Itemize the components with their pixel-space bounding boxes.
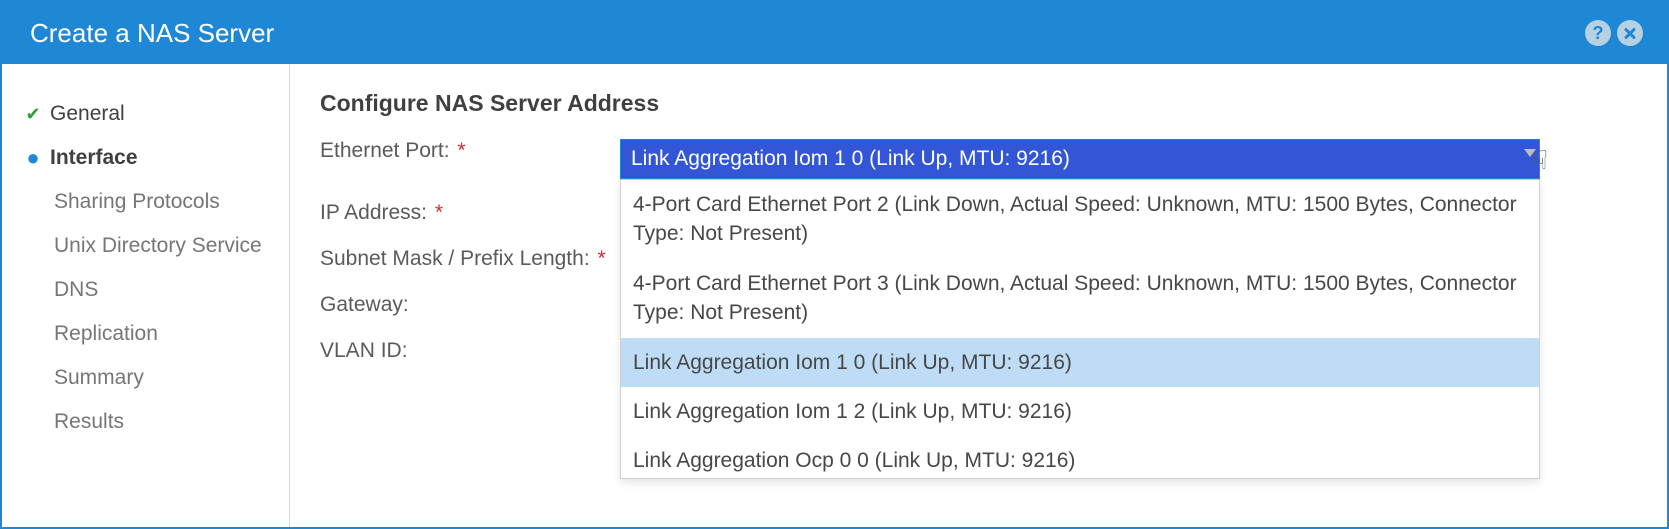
ethernet-port-combo[interactable]: Link Aggregation Iom 1 0 (Link Up, MTU: … (620, 139, 1540, 179)
sidebar-item-label: Sharing Protocols (54, 190, 220, 214)
chevron-down-icon[interactable] (1524, 149, 1536, 157)
label-ethernet-port: Ethernet Port: * (320, 139, 620, 163)
ethernet-port-option[interactable]: Link Aggregation Iom 1 0 (Link Up, MTU: … (621, 338, 1539, 387)
sidebar-item-unix-directory-service[interactable]: Unix Directory Service (14, 224, 277, 268)
label-subnet: Subnet Mask / Prefix Length: * (320, 247, 620, 271)
check-icon: ✔ (26, 104, 40, 125)
sidebar-item-interface[interactable]: ● Interface (14, 136, 277, 180)
window-title: Create a NAS Server (30, 18, 1585, 49)
ethernet-port-option[interactable]: 4-Port Card Ethernet Port 2 (Link Down, … (621, 180, 1539, 259)
sidebar-item-label: Results (54, 410, 124, 434)
sidebar-item-label: Summary (54, 366, 144, 390)
ethernet-port-dropdown: 4-Port Card Ethernet Port 2 (Link Down, … (620, 179, 1540, 479)
ethernet-port-selected: Link Aggregation Iom 1 0 (Link Up, MTU: … (631, 147, 1070, 171)
sidebar-item-label: General (50, 102, 125, 126)
ethernet-port-option[interactable]: Link Aggregation Ocp 0 0 (Link Up, MTU: … (621, 436, 1539, 479)
ethernet-port-option[interactable]: 4-Port Card Ethernet Port 3 (Link Down, … (621, 259, 1539, 338)
help-icon[interactable]: ? (1585, 20, 1611, 46)
required-asterisk: * (598, 247, 606, 270)
nas-create-window: Create a NAS Server ? ✔ General ● Interf… (0, 0, 1669, 529)
required-asterisk: * (435, 201, 443, 224)
ethernet-port-option[interactable]: Link Aggregation Iom 1 2 (Link Up, MTU: … (621, 387, 1539, 436)
wizard-sidebar: ✔ General ● Interface Sharing Protocols … (2, 64, 290, 527)
sidebar-item-label: Replication (54, 322, 158, 346)
main-panel: Configure NAS Server Address Ethernet Po… (290, 64, 1667, 527)
sidebar-item-label: Interface (50, 146, 138, 170)
required-asterisk: * (457, 139, 465, 162)
page-title: Configure NAS Server Address (320, 90, 1637, 117)
row-ethernet-port: Ethernet Port: * Link Aggregation Iom 1 … (320, 139, 1637, 179)
titlebar: Create a NAS Server ? (2, 2, 1667, 64)
ethernet-port-select[interactable]: Link Aggregation Iom 1 0 (Link Up, MTU: … (620, 139, 1540, 179)
titlebar-icons: ? (1585, 20, 1643, 46)
sidebar-item-sharing-protocols[interactable]: Sharing Protocols (14, 180, 277, 224)
sidebar-item-label: DNS (54, 278, 98, 302)
label-ip-address: IP Address: * (320, 201, 620, 225)
window-body: ✔ General ● Interface Sharing Protocols … (2, 64, 1667, 527)
close-icon[interactable] (1617, 20, 1643, 46)
label-gateway: Gateway: (320, 293, 620, 317)
label-vlan: VLAN ID: (320, 339, 620, 363)
sidebar-item-replication[interactable]: Replication (14, 312, 277, 356)
sidebar-item-results[interactable]: Results (14, 400, 277, 444)
sidebar-item-dns[interactable]: DNS (14, 268, 277, 312)
sidebar-item-summary[interactable]: Summary (14, 356, 277, 400)
sidebar-item-label: Unix Directory Service (54, 234, 262, 258)
sidebar-item-general[interactable]: ✔ General (14, 92, 277, 136)
